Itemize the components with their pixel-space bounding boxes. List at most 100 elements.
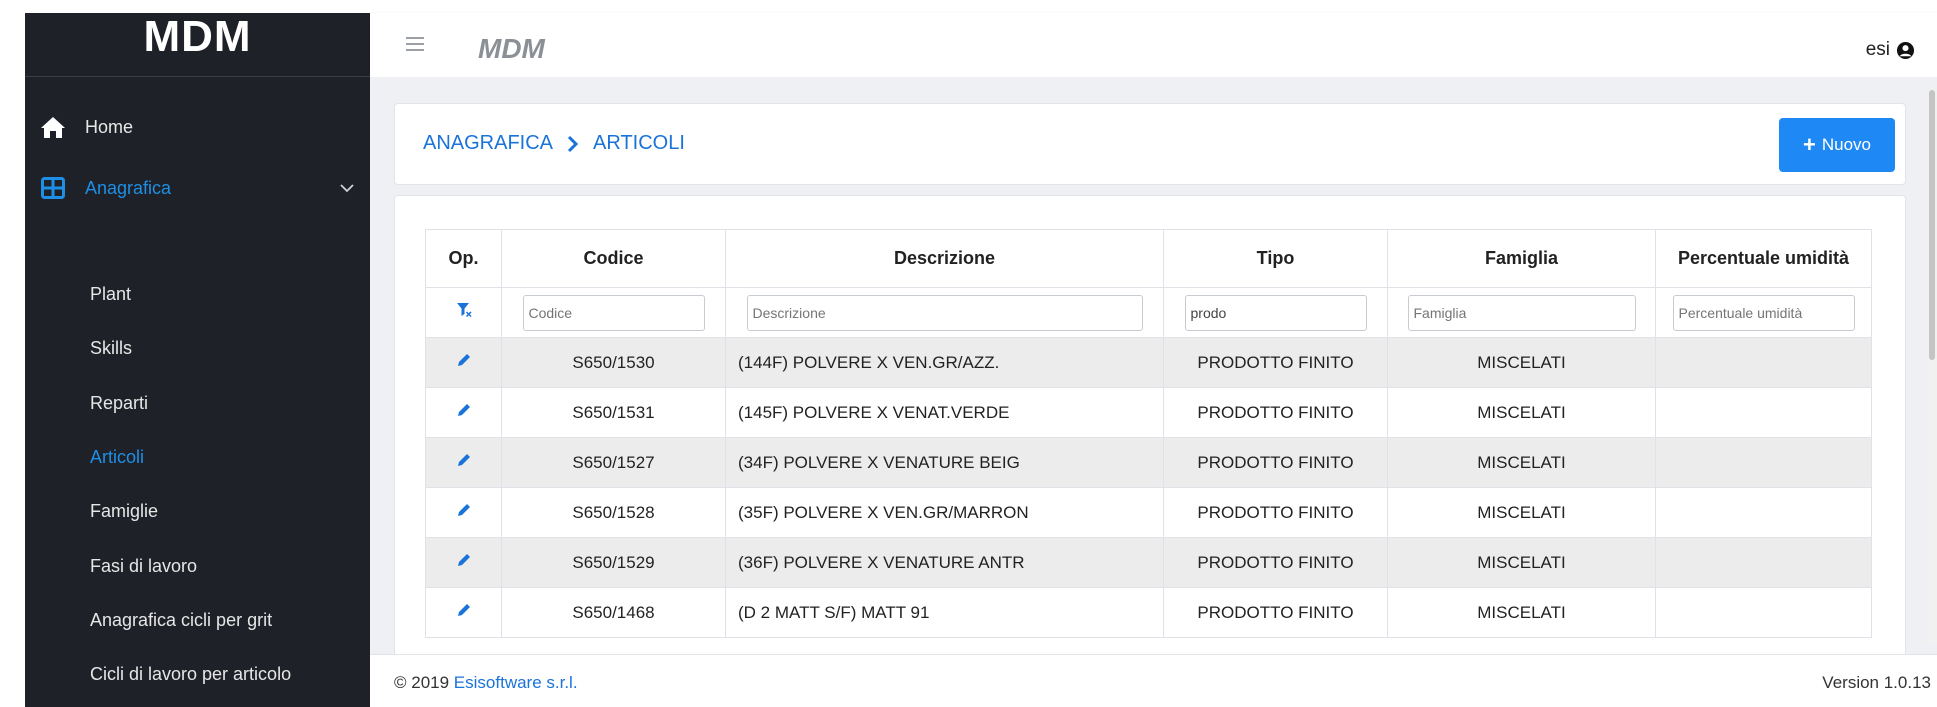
filter-tipo-input[interactable] <box>1184 294 1367 331</box>
breadcrumb-page: ARTICOLI <box>593 132 685 154</box>
user-menu[interactable]: esi <box>1866 39 1915 61</box>
header-title: MDM <box>478 33 545 64</box>
sidebar-item-anagrafica[interactable]: Anagrafica <box>25 158 370 218</box>
sidebar-subitem-fasi-di-lavoro[interactable]: Fasi di lavoro <box>90 556 197 577</box>
filter-codice-input[interactable] <box>522 294 705 331</box>
sidebar-subitem-plant[interactable]: Plant <box>90 284 131 305</box>
brand-logo[interactable]: MDM <box>25 11 370 77</box>
cell-famiglia: MISCELATI <box>1387 337 1656 388</box>
cell-codice: S650/1529 <box>501 537 726 588</box>
scrollbar-thumb[interactable] <box>1929 90 1935 360</box>
cell-tipo: PRODOTTO FINITO <box>1163 487 1388 538</box>
filter-umidita-input[interactable] <box>1672 294 1855 331</box>
main-content: ANAGRAFICA ARTICOLI + Nuovo Op. Codice D… <box>370 77 1937 665</box>
table-row[interactable]: S650/1528 (35F) POLVERE X VEN.GR/MARRON … <box>425 487 1872 538</box>
table-row[interactable]: S650/1529 (36F) POLVERE X VENATURE ANTR … <box>425 537 1872 588</box>
table-card: Op. Codice Descrizione Tipo Famiglia Per… <box>394 195 1906 665</box>
cell-umidita <box>1655 487 1872 538</box>
filter-famiglia-input[interactable] <box>1407 294 1636 331</box>
new-button-label: Nuovo <box>1821 135 1871 154</box>
breadcrumb-card: ANAGRAFICA ARTICOLI + Nuovo <box>394 103 1906 185</box>
sidebar-subitem-articoli[interactable]: Articoli <box>90 447 144 468</box>
cell-famiglia: MISCELATI <box>1387 487 1656 538</box>
cell-descrizione: (35F) POLVERE X VEN.GR/MARRON <box>725 487 1164 538</box>
sidebar: MDM Home Anagrafica Plant Skills Reparti… <box>25 11 370 707</box>
edit-pencil-icon[interactable] <box>456 352 472 373</box>
cell-descrizione: (145F) POLVERE X VENAT.VERDE <box>725 387 1164 438</box>
breadcrumb: ANAGRAFICA ARTICOLI <box>423 132 685 155</box>
table-row[interactable]: S650/1531 (145F) POLVERE X VENAT.VERDE P… <box>425 387 1872 438</box>
sidebar-item-home[interactable]: Home <box>25 97 370 157</box>
company-link[interactable]: Esisoftware s.r.l. <box>454 673 578 692</box>
table-header-row: Op. Codice Descrizione Tipo Famiglia Per… <box>425 229 1872 288</box>
left-margin <box>0 0 25 707</box>
table-row[interactable]: S650/1527 (34F) POLVERE X VENATURE BEIG … <box>425 437 1872 488</box>
cell-tipo: PRODOTTO FINITO <box>1163 387 1388 438</box>
sidebar-subitem-reparti[interactable]: Reparti <box>90 393 148 414</box>
cell-descrizione: (36F) POLVERE X VENATURE ANTR <box>725 537 1164 588</box>
cell-tipo: PRODOTTO FINITO <box>1163 437 1388 488</box>
filter-clear-icon[interactable] <box>456 302 472 323</box>
filter-famiglia-cell <box>1387 287 1656 338</box>
cell-umidita <box>1655 587 1872 638</box>
page-scrollbar[interactable] <box>1927 90 1937 644</box>
articles-table: Op. Codice Descrizione Tipo Famiglia Per… <box>425 229 1872 638</box>
copyright-text: © 2019 <box>394 673 454 692</box>
version-label: Version 1.0.13 <box>1822 673 1931 692</box>
filter-descrizione-input[interactable] <box>746 294 1143 331</box>
hamburger-menu-icon[interactable] <box>406 37 424 55</box>
sidebar-subitem-cicli-per-articolo[interactable]: Cicli di lavoro per articolo <box>90 664 291 685</box>
cell-umidita <box>1655 337 1872 388</box>
top-header: MDM esi <box>370 13 1937 77</box>
filter-descrizione-cell <box>725 287 1164 338</box>
column-header-codice[interactable]: Codice <box>501 229 726 288</box>
chevron-right-icon <box>567 135 579 153</box>
sidebar-subitem-famiglie[interactable]: Famiglie <box>90 501 158 522</box>
cell-descrizione: (144F) POLVERE X VEN.GR/AZZ. <box>725 337 1164 388</box>
table-grid-icon <box>39 174 67 202</box>
edit-pencil-icon[interactable] <box>456 402 472 423</box>
edit-pencil-icon[interactable] <box>456 552 472 573</box>
cell-codice: S650/1527 <box>501 437 726 488</box>
cell-famiglia: MISCELATI <box>1387 437 1656 488</box>
edit-pencil-icon[interactable] <box>456 452 472 473</box>
filter-umidita-cell <box>1655 287 1872 338</box>
table-row[interactable]: S650/1468 (D 2 MATT S/F) MATT 91 PRODOTT… <box>425 587 1872 638</box>
cell-famiglia: MISCELATI <box>1387 537 1656 588</box>
footer: © 2019 Esisoftware s.r.l. Version 1.0.13 <box>370 654 1937 707</box>
filter-clear-cell <box>425 287 502 338</box>
sidebar-subitem-skills[interactable]: Skills <box>90 338 132 359</box>
column-header-tipo[interactable]: Tipo <box>1163 229 1388 288</box>
cell-codice: S650/1528 <box>501 487 726 538</box>
edit-pencil-icon[interactable] <box>456 602 472 623</box>
cell-codice: S650/1530 <box>501 337 726 388</box>
column-header-umidita[interactable]: Percentuale umidità <box>1655 229 1872 288</box>
cell-tipo: PRODOTTO FINITO <box>1163 337 1388 388</box>
new-button[interactable]: + Nuovo <box>1779 118 1895 172</box>
breadcrumb-section[interactable]: ANAGRAFICA <box>423 132 553 155</box>
cell-descrizione: (34F) POLVERE X VENATURE BEIG <box>725 437 1164 488</box>
table-row[interactable]: S650/1530 (144F) POLVERE X VEN.GR/AZZ. P… <box>425 337 1872 388</box>
cell-umidita <box>1655 537 1872 588</box>
cell-umidita <box>1655 387 1872 438</box>
cell-codice: S650/1531 <box>501 387 726 438</box>
filter-codice-cell <box>501 287 726 338</box>
edit-pencil-icon[interactable] <box>456 502 472 523</box>
chevron-down-icon[interactable] <box>340 180 354 198</box>
cell-tipo: PRODOTTO FINITO <box>1163 587 1388 638</box>
copyright: © 2019 Esisoftware s.r.l. <box>394 673 578 693</box>
cell-famiglia: MISCELATI <box>1387 387 1656 438</box>
sidebar-item-label: Anagrafica <box>85 177 172 198</box>
plus-icon: + <box>1803 132 1816 157</box>
column-header-descrizione[interactable]: Descrizione <box>725 229 1164 288</box>
username: esi <box>1865 39 1890 60</box>
brand-text: MDM <box>143 11 252 61</box>
home-icon <box>39 113 67 141</box>
filter-tipo-cell <box>1163 287 1388 338</box>
column-header-famiglia[interactable]: Famiglia <box>1387 229 1656 288</box>
filter-row <box>425 287 1872 338</box>
cell-descrizione: (D 2 MATT S/F) MATT 91 <box>725 587 1164 638</box>
column-header-op[interactable]: Op. <box>425 229 502 288</box>
sidebar-subitem-cicli-per-grit[interactable]: Anagrafica cicli per grit <box>90 610 272 631</box>
cell-codice: S650/1468 <box>501 587 726 638</box>
